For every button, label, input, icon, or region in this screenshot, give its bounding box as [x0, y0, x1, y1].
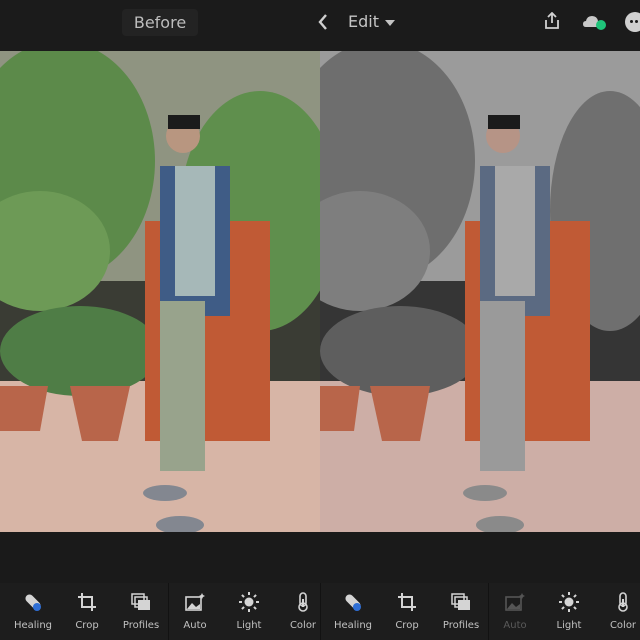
- tool-light-button[interactable]: Light: [222, 583, 276, 640]
- tool-profiles-button[interactable]: Profiles: [114, 583, 168, 640]
- tool-profiles-button[interactable]: Profiles: [434, 583, 488, 640]
- healing-bandage-icon: [345, 594, 361, 611]
- tool-auto-button[interactable]: Auto: [168, 583, 222, 640]
- edit-mode-dropdown[interactable]: Edit: [348, 11, 395, 33]
- tool-label: Crop: [395, 620, 419, 631]
- edit-label: Edit: [348, 12, 379, 31]
- tool-auto-button: Auto: [488, 583, 542, 640]
- thermometer-icon: [618, 592, 628, 612]
- before-photo: [0, 51, 320, 532]
- thermometer-icon: [298, 592, 308, 612]
- photo-color-scene: [0, 51, 320, 532]
- toolbar-divider: [320, 583, 321, 640]
- auto-image-icon: [185, 593, 205, 611]
- tool-label: Light: [236, 620, 262, 631]
- share-icon[interactable]: [543, 12, 561, 30]
- tool-healing-button[interactable]: Healing: [326, 583, 380, 640]
- profiles-icon: [451, 593, 470, 610]
- toolbar-divider: [488, 583, 489, 640]
- sun-icon: [559, 592, 579, 612]
- tool-label: Color: [609, 620, 637, 631]
- sun-icon: [239, 592, 259, 612]
- more-icon[interactable]: [625, 12, 640, 32]
- tool-label: Healing: [333, 620, 373, 631]
- before-button[interactable]: Before: [122, 9, 198, 36]
- cloud-sync-icon[interactable]: [582, 12, 610, 32]
- canvas-margin: [0, 532, 640, 583]
- crop-icon: [398, 593, 416, 611]
- top-bar: Before Edit: [0, 0, 640, 51]
- after-photo: [320, 51, 640, 532]
- crop-icon: [78, 593, 96, 611]
- profiles-icon: [131, 593, 150, 610]
- sync-status-dot: [596, 20, 606, 30]
- tool-label: Light: [556, 620, 582, 631]
- tool-color-button[interactable]: Color: [276, 583, 330, 640]
- auto-image-icon: [505, 593, 525, 611]
- photo-edited-scene: [320, 51, 640, 532]
- tool-label: Profiles: [442, 620, 480, 631]
- tool-label: Auto: [183, 620, 207, 631]
- tool-light-button[interactable]: Light: [542, 583, 596, 640]
- tool-label: Healing: [13, 620, 53, 631]
- edit-toolbar: Healing Crop Profiles Auto Light Color Healing…: [0, 583, 640, 640]
- tool-crop-button[interactable]: Crop: [60, 583, 114, 640]
- tool-healing-button[interactable]: Healing: [6, 583, 60, 640]
- back-chevron-icon[interactable]: [316, 12, 330, 32]
- dropdown-caret-icon: [384, 19, 395, 26]
- tool-label: Color: [289, 620, 317, 631]
- tool-label: Auto: [503, 620, 527, 631]
- tool-label: Profiles: [122, 620, 160, 631]
- tool-label: Crop: [75, 620, 99, 631]
- toolbar-divider: [168, 583, 169, 640]
- tool-color-button[interactable]: Color: [596, 583, 640, 640]
- tool-crop-button[interactable]: Crop: [380, 583, 434, 640]
- healing-bandage-icon: [25, 594, 41, 611]
